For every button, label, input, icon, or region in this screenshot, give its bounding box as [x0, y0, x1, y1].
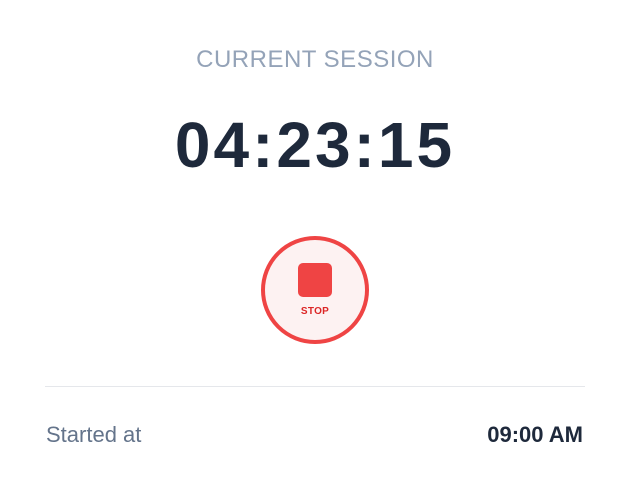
started-at-label: Started at	[46, 422, 142, 447]
stop-square-icon	[298, 263, 332, 297]
stop-button[interactable]: STOP	[261, 236, 369, 344]
divider	[45, 386, 585, 387]
elapsed-timer: 04:23:15	[174, 109, 456, 181]
started-at-value: 09:00 AM	[487, 422, 583, 447]
timer-card: CURRENT SESSION 04:23:15 STOP Started at…	[0, 0, 630, 497]
stop-label: STOP	[300, 306, 330, 317]
session-label: CURRENT SESSION	[196, 46, 434, 73]
